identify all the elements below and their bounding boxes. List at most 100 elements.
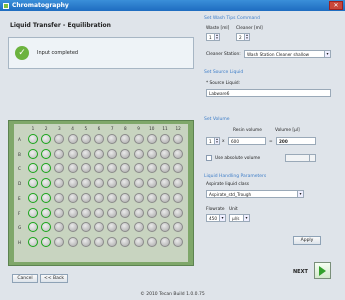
- well[interactable]: [28, 148, 38, 159]
- well[interactable]: [54, 222, 65, 233]
- well[interactable]: [67, 148, 78, 159]
- well[interactable]: [107, 178, 118, 189]
- chevron-down-icon[interactable]: ▾: [219, 215, 225, 221]
- well[interactable]: [173, 148, 184, 159]
- well[interactable]: [54, 192, 65, 203]
- well[interactable]: [107, 207, 118, 218]
- well[interactable]: [146, 163, 157, 174]
- well[interactable]: [54, 236, 65, 247]
- well[interactable]: [146, 192, 157, 203]
- well[interactable]: [54, 148, 65, 159]
- well[interactable]: [67, 207, 78, 218]
- back-button[interactable]: << Back: [40, 274, 68, 283]
- well[interactable]: [107, 236, 118, 247]
- well[interactable]: [107, 163, 118, 174]
- well[interactable]: [41, 236, 52, 247]
- well[interactable]: [28, 134, 38, 144]
- well[interactable]: [80, 207, 91, 218]
- well[interactable]: [54, 134, 65, 144]
- well[interactable]: [41, 207, 52, 218]
- well[interactable]: [173, 207, 184, 218]
- well[interactable]: [173, 192, 184, 203]
- well[interactable]: [67, 163, 78, 174]
- well[interactable]: [146, 134, 157, 144]
- well[interactable]: [133, 148, 144, 159]
- absolute-volume-input[interactable]: [285, 154, 316, 162]
- well[interactable]: [160, 134, 170, 144]
- well[interactable]: [41, 222, 52, 233]
- well[interactable]: [80, 178, 91, 189]
- well[interactable]: [133, 178, 144, 189]
- well[interactable]: [120, 192, 131, 203]
- well[interactable]: [160, 178, 170, 189]
- well[interactable]: [41, 178, 52, 189]
- well[interactable]: [54, 207, 65, 218]
- well[interactable]: [120, 178, 131, 189]
- well[interactable]: [94, 207, 104, 218]
- well[interactable]: [120, 134, 131, 144]
- well[interactable]: [133, 192, 144, 203]
- well[interactable]: [120, 163, 131, 174]
- chevron-down-icon[interactable]: ▾: [297, 191, 303, 197]
- stepper-arrows-icon[interactable]: ▴ ▾: [214, 33, 219, 40]
- well[interactable]: [160, 207, 170, 218]
- stepper-arrows-icon[interactable]: ▴ ▾: [244, 33, 249, 40]
- well[interactable]: [173, 236, 184, 247]
- well[interactable]: [160, 192, 170, 203]
- next-button[interactable]: [314, 262, 331, 279]
- well[interactable]: [94, 192, 104, 203]
- well[interactable]: [146, 222, 157, 233]
- well[interactable]: [28, 192, 38, 203]
- well[interactable]: [94, 148, 104, 159]
- well[interactable]: [94, 178, 104, 189]
- well[interactable]: [54, 178, 65, 189]
- well[interactable]: [133, 222, 144, 233]
- well[interactable]: [173, 163, 184, 174]
- well[interactable]: [80, 148, 91, 159]
- cleaner-stepper[interactable]: 2 ▴ ▾: [236, 33, 250, 41]
- absolute-volume-checkbox[interactable]: [206, 155, 212, 161]
- well[interactable]: [28, 222, 38, 233]
- apply-button[interactable]: Apply: [293, 236, 321, 245]
- well[interactable]: [146, 236, 157, 247]
- well[interactable]: [160, 148, 170, 159]
- well[interactable]: [107, 222, 118, 233]
- waste-stepper[interactable]: 1 ▴ ▾: [206, 33, 220, 41]
- close-button[interactable]: ✕: [329, 1, 343, 10]
- unit-select[interactable]: µl/s ▾: [229, 214, 250, 222]
- station-select[interactable]: Wash Station Cleaner shallow ▾: [244, 50, 331, 58]
- factor-stepper[interactable]: 1 ▴ ▾: [206, 137, 220, 145]
- well[interactable]: [173, 178, 184, 189]
- well[interactable]: [146, 207, 157, 218]
- chevron-down-icon[interactable]: ▾: [324, 51, 330, 57]
- well[interactable]: [120, 222, 131, 233]
- well[interactable]: [120, 207, 131, 218]
- well[interactable]: [94, 163, 104, 174]
- well-plate[interactable]: 1 2 3 4 5 6 7 8 9 10 11 12 A B C D E F G H: [14, 124, 188, 262]
- well[interactable]: [67, 236, 78, 247]
- well[interactable]: [133, 236, 144, 247]
- well[interactable]: [80, 222, 91, 233]
- aspirate-class-select[interactable]: Aspirate_std_Trough ▾: [206, 190, 304, 198]
- well[interactable]: [133, 163, 144, 174]
- well[interactable]: [146, 148, 157, 159]
- well[interactable]: [28, 207, 38, 218]
- flowrate-select[interactable]: 450 ▾: [206, 214, 226, 222]
- well[interactable]: [173, 222, 184, 233]
- well[interactable]: [107, 192, 118, 203]
- chevron-down-icon[interactable]: ▾: [243, 215, 249, 221]
- well[interactable]: [80, 236, 91, 247]
- well[interactable]: [160, 163, 170, 174]
- well[interactable]: [160, 222, 170, 233]
- well[interactable]: [28, 163, 38, 174]
- well[interactable]: [146, 178, 157, 189]
- well[interactable]: [80, 134, 91, 144]
- well[interactable]: [173, 134, 184, 144]
- well[interactable]: [80, 163, 91, 174]
- well[interactable]: [80, 192, 91, 203]
- well[interactable]: [28, 178, 38, 189]
- well[interactable]: [67, 178, 78, 189]
- well[interactable]: [67, 134, 78, 144]
- well[interactable]: [133, 134, 144, 144]
- well[interactable]: [54, 163, 65, 174]
